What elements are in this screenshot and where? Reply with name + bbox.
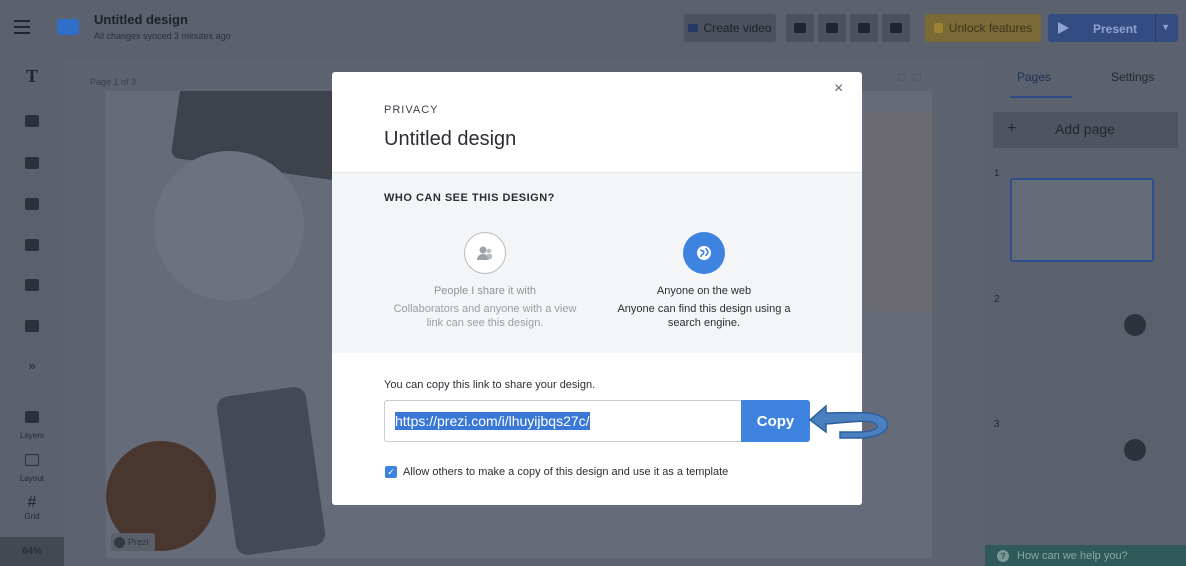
help-widget[interactable]: ? How can we help you? <box>985 545 1186 566</box>
grid-label: Grid <box>24 512 40 521</box>
share-icon[interactable] <box>882 14 910 42</box>
option-name: People I share it with <box>433 285 537 297</box>
chevron-down-icon[interactable]: ▼ <box>1161 22 1170 32</box>
comment-icon[interactable] <box>818 14 846 42</box>
slide-photo-phone-bottom <box>215 385 327 557</box>
tab-pages[interactable]: Pages <box>1017 70 1051 84</box>
menu-icon[interactable] <box>14 20 30 34</box>
globe-icon <box>683 232 725 274</box>
chart-tool[interactable] <box>0 114 64 132</box>
privacy-modal: PRIVACY Untitled design × WHO CAN SEE TH… <box>332 72 862 505</box>
layout-icon <box>25 454 39 466</box>
icons-icon <box>25 157 39 169</box>
page-thumbnail-1[interactable] <box>1010 178 1154 262</box>
layers-button[interactable]: Layers <box>0 410 64 440</box>
video-tool[interactable] <box>0 238 64 256</box>
present-label: Present <box>1093 22 1138 36</box>
left-toolbar: T » Layers Layout # Grid <box>0 58 64 566</box>
option-anyone-on-web[interactable]: Anyone on the web Anyone can find this d… <box>604 232 804 330</box>
grid-icon: # <box>27 494 37 511</box>
image-icon <box>25 198 39 210</box>
more-tools[interactable]: » <box>0 358 64 373</box>
slide-photo-plate <box>154 151 304 301</box>
sync-status: All changes synced 3 minutes ago <box>94 31 231 41</box>
video-icon <box>25 239 39 251</box>
layout-label: Layout <box>19 474 45 483</box>
option-name: Anyone on the web <box>656 285 752 297</box>
play-icon <box>1058 22 1069 34</box>
present-button[interactable]: Present ▼ <box>1048 14 1178 42</box>
share-link-label: You can copy this link to share your des… <box>384 379 596 391</box>
plus-icon: + <box>1007 120 1017 137</box>
modal-eyebrow: PRIVACY <box>384 104 439 116</box>
add-page-label: Add page <box>1055 121 1115 137</box>
shapes-icon <box>25 320 39 332</box>
close-icon[interactable]: × <box>834 80 843 98</box>
option-people-i-share-with[interactable]: People I share it with Collaborators and… <box>385 232 585 330</box>
page-thumbnail-3[interactable] <box>1010 429 1154 513</box>
prezi-badge: Prezi <box>111 533 155 551</box>
top-bar: Untitled design All changes synced 3 min… <box>0 0 1186 58</box>
unlock-features-button[interactable]: Unlock features <box>925 14 1041 42</box>
grid-button[interactable]: # Grid <box>0 494 64 521</box>
visibility-question: WHO CAN SEE THIS DESIGN? <box>384 192 555 204</box>
page-number: 3 <box>994 419 1000 430</box>
page-indicator: Page 1 of 3 <box>90 77 137 87</box>
tab-settings[interactable]: Settings <box>1111 70 1154 84</box>
question-icon: ? <box>997 549 1009 562</box>
thumbnail-circle <box>1124 439 1146 461</box>
annotation-arrow-icon <box>808 404 889 439</box>
layers-label: Layers <box>19 431 44 440</box>
share-link-field[interactable]: https://prezi.com/i/lhuyijbqs27c/ <box>384 400 741 442</box>
thumbnail-circle <box>1124 314 1146 336</box>
layout-button[interactable]: Layout <box>0 453 64 483</box>
document-title[interactable]: Untitled design <box>94 12 188 27</box>
chart-icon <box>25 115 39 127</box>
add-page-button[interactable]: + Add page <box>993 112 1178 148</box>
lock-icon <box>933 23 943 33</box>
shapes-tool[interactable] <box>0 319 64 337</box>
modal-title: Untitled design <box>384 128 517 150</box>
layers-icon <box>25 411 39 423</box>
layers-stack-icon <box>25 279 39 291</box>
people-icon <box>464 232 506 274</box>
text-tool[interactable]: T <box>0 66 64 87</box>
page-thumbnail-2[interactable] <box>1010 304 1154 388</box>
option-description: Anyone can find this design using a sear… <box>617 303 791 329</box>
prezi-logo-icon <box>114 536 125 548</box>
icon-tool[interactable] <box>0 156 64 174</box>
double-chevron-icon: » <box>28 358 36 373</box>
slide-photo-right <box>866 111 932 311</box>
canvas-corner-icons[interactable]: ▢▢ <box>897 72 928 83</box>
prezi-logo[interactable] <box>57 19 79 35</box>
template-checkbox[interactable]: ✓ <box>385 466 397 478</box>
option-description: Collaborators and anyone with a view lin… <box>393 303 577 329</box>
video-camera-icon <box>688 24 699 32</box>
save-icon[interactable] <box>786 14 814 42</box>
modal-header: PRIVACY Untitled design × <box>332 72 862 172</box>
zoom-level[interactable]: 64% <box>0 537 64 566</box>
export-icon[interactable] <box>850 14 878 42</box>
visibility-section: WHO CAN SEE THIS DESIGN? People I share … <box>332 172 862 353</box>
template-checkbox-label[interactable]: Allow others to make a copy of this desi… <box>403 466 728 478</box>
style-tool[interactable] <box>0 278 64 296</box>
unlock-label: Unlock features <box>948 21 1033 35</box>
page-number: 2 <box>994 294 1000 305</box>
prezi-badge-label: Prezi <box>128 537 149 547</box>
page-number: 1 <box>994 168 1000 179</box>
help-label: How can we help you? <box>1017 549 1128 562</box>
create-video-button[interactable]: Create video <box>684 14 776 42</box>
active-tab-indicator <box>1010 96 1072 98</box>
create-video-label: Create video <box>703 21 772 35</box>
share-link-url[interactable]: https://prezi.com/i/lhuyijbqs27c/ <box>395 412 590 430</box>
image-tool[interactable] <box>0 197 64 215</box>
